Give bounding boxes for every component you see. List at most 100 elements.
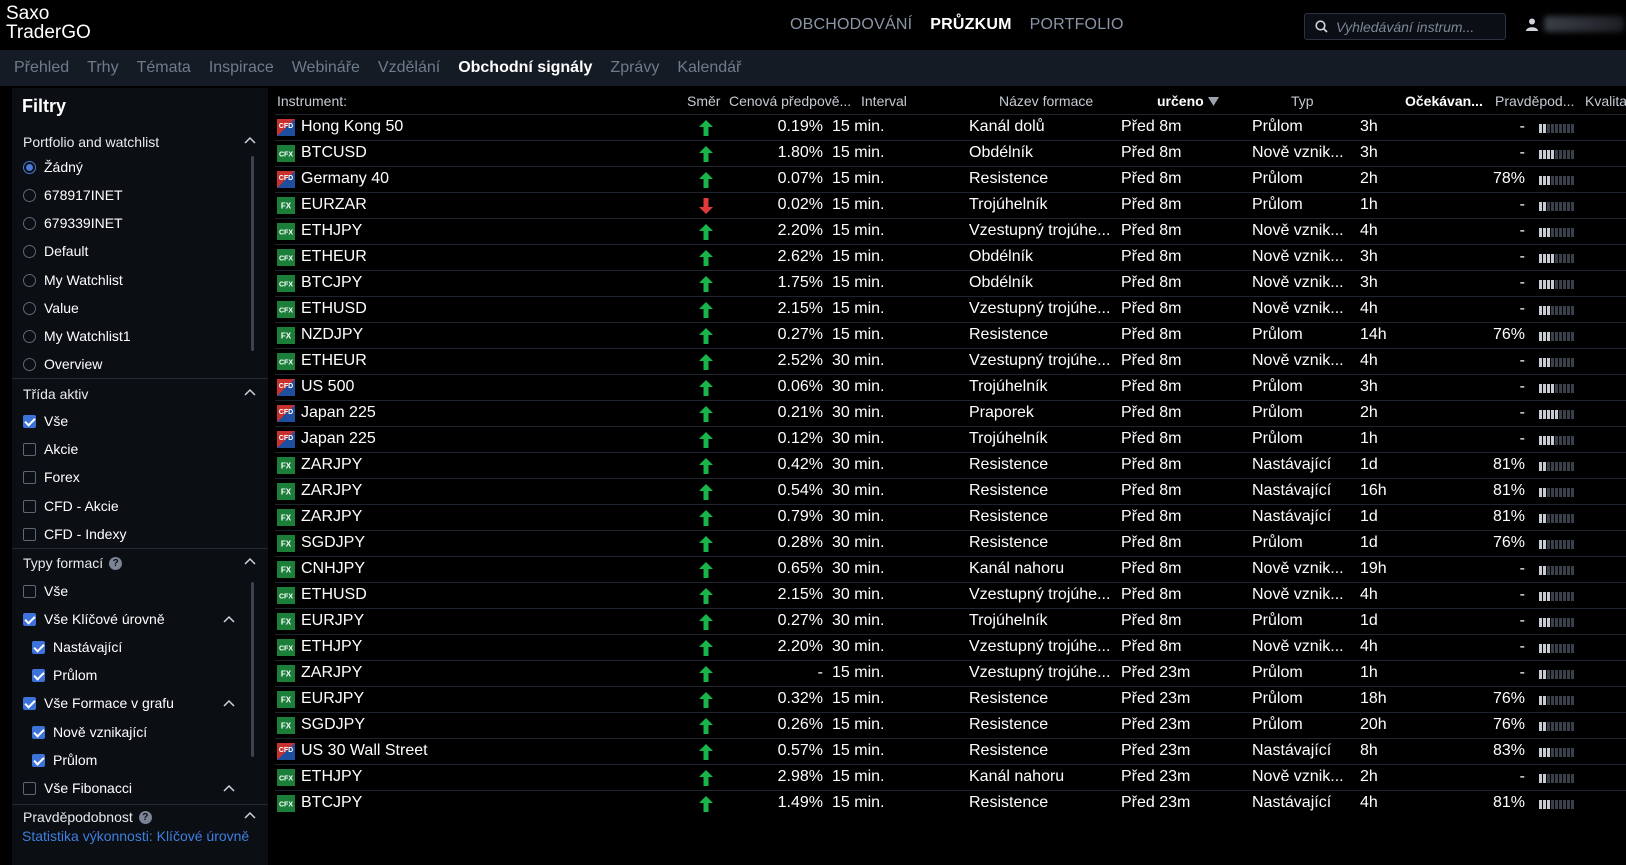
table-row[interactable]: CFX ETHUSD 2.15% 15 min. Vzestupný trojúhe..… xyxy=(275,296,1626,322)
key-levels-breakout-option[interactable]: Průlom xyxy=(32,664,97,686)
table-row[interactable]: CFD Japan 225 0.12% 30 min. Trojúhelník Před … xyxy=(275,426,1626,452)
instrument-name[interactable]: ZARJPY xyxy=(301,482,362,500)
key-levels-emerging-option[interactable]: Nastávající xyxy=(32,636,122,658)
instrument-name[interactable]: BTCUSD xyxy=(301,144,367,162)
tab-webinars[interactable]: Webináře xyxy=(292,59,360,77)
asset-option[interactable]: Akcie xyxy=(23,438,78,460)
portfolio-option[interactable]: Overview xyxy=(23,353,102,375)
performance-stats-link[interactable]: Statistika výkonnosti: Klíčové úrovně xyxy=(22,828,249,844)
table-row[interactable]: FX ZARJPY 0.42% 30 min. Resistence Před 8m Nas… xyxy=(275,452,1626,478)
instrument-name[interactable]: Hong Kong 50 xyxy=(301,118,403,136)
table-row[interactable]: FX SGDJPY 0.28% 30 min. Resistence Před 8m Prů… xyxy=(275,530,1626,556)
checkbox-checked[interactable] xyxy=(23,612,36,626)
search-input[interactable] xyxy=(1336,18,1496,35)
checkbox[interactable] xyxy=(23,499,36,513)
table-row[interactable]: FX ZARJPY 0.79% 30 min. Resistence Před 8m Nas… xyxy=(275,504,1626,530)
table-row[interactable]: CFD Hong Kong 50 0.19% 15 min. Kanál dolů Pře… xyxy=(275,114,1626,140)
help-icon[interactable]: ? xyxy=(109,556,123,570)
tab-calendar[interactable]: Kalendář xyxy=(677,59,741,77)
checkbox-checked[interactable] xyxy=(32,725,45,739)
instrument-name[interactable]: ETHUSD xyxy=(301,586,367,604)
chevron-up-icon[interactable] xyxy=(223,784,235,792)
checkbox[interactable] xyxy=(23,781,36,795)
asset-option[interactable]: Vše xyxy=(23,410,68,432)
instrument-name[interactable]: ETHEUR xyxy=(301,248,367,266)
tab-news[interactable]: Zprávy xyxy=(610,59,659,77)
chevron-up-icon[interactable] xyxy=(223,615,235,623)
portfolio-option[interactable]: My Watchlist1 xyxy=(23,325,131,347)
checkbox-checked[interactable] xyxy=(23,414,36,428)
checkbox-checked[interactable] xyxy=(32,753,45,767)
table-row[interactable]: CFX ETHJPY 2.98% 15 min. Kanál nahoru Před 23… xyxy=(275,764,1626,790)
col-direction[interactable]: Směr xyxy=(687,93,720,109)
tab-themes[interactable]: Témata xyxy=(137,59,191,77)
checkbox[interactable] xyxy=(23,527,36,541)
checkbox[interactable] xyxy=(23,442,36,456)
col-instrument[interactable]: Instrument: xyxy=(277,93,347,109)
app-logo[interactable]: Saxo TraderGO xyxy=(6,4,91,42)
table-row[interactable]: FX CNHJPY 0.65% 30 min. Kanál nahoru Před 8m N… xyxy=(275,556,1626,582)
instrument-name[interactable]: BTCJPY xyxy=(301,274,362,292)
asset-class-section-header[interactable]: Třída aktiv xyxy=(12,380,268,408)
table-row[interactable]: CFX BTCUSD 1.80% 15 min. Obdélník Před 8m Nově… xyxy=(275,140,1626,166)
radio[interactable] xyxy=(23,357,36,371)
table-row[interactable]: CFD Japan 225 0.21% 30 min. Praporek Před 8m P… xyxy=(275,400,1626,426)
table-row[interactable]: CFD Germany 40 0.07% 15 min. Resistence Před … xyxy=(275,166,1626,192)
table-row[interactable]: CFD US 30 Wall Street 0.57% 15 min. Resisten… xyxy=(275,738,1626,764)
pattern-all-option[interactable]: Vše xyxy=(23,580,68,602)
radio[interactable] xyxy=(23,301,36,315)
radio[interactable] xyxy=(23,216,36,230)
table-row[interactable]: CFX ETHUSD 2.15% 30 min. Vzestupný trojúhe..… xyxy=(275,582,1626,608)
instrument-name[interactable]: ETHJPY xyxy=(301,638,362,656)
topnav-research[interactable]: PRŮZKUM xyxy=(930,16,1011,34)
instrument-name[interactable]: ZARJPY xyxy=(301,456,362,474)
table-row[interactable]: FX EURJPY 0.32% 15 min. Resistence Před 23m Pr… xyxy=(275,686,1626,712)
portfolio-option[interactable]: My Watchlist xyxy=(23,269,123,291)
checkbox-checked[interactable] xyxy=(32,668,45,682)
portfolio-option[interactable]: Žádný xyxy=(23,156,83,178)
tab-inspiration[interactable]: Inspirace xyxy=(209,59,274,77)
instrument-name[interactable]: Japan 225 xyxy=(301,404,376,422)
tab-overview[interactable]: Přehled xyxy=(14,59,69,77)
col-pattern[interactable]: Název formace xyxy=(999,93,1093,109)
instrument-name[interactable]: EURJPY xyxy=(301,690,364,708)
table-row[interactable]: FX EURJPY 0.27% 30 min. Trojúhelník Před 8m Pr… xyxy=(275,608,1626,634)
instrument-name[interactable]: NZDJPY xyxy=(301,326,363,344)
radio[interactable] xyxy=(23,244,36,258)
portfolio-section-header[interactable]: Portfolio and watchlist xyxy=(12,128,268,156)
checkbox[interactable] xyxy=(23,470,36,484)
topnav-portfolio[interactable]: PORTFOLIO xyxy=(1030,16,1124,34)
instrument-name[interactable]: BTCJPY xyxy=(301,794,362,812)
instrument-name[interactable]: Japan 225 xyxy=(301,430,376,448)
tab-education[interactable]: Vzdělání xyxy=(378,59,440,77)
table-row[interactable]: FX ZARJPY -15 min. Vzestupný trojúhe... Před… xyxy=(275,660,1626,686)
col-quality[interactable]: Kvalita xyxy=(1585,93,1626,109)
instrument-name[interactable]: SGDJPY xyxy=(301,716,365,734)
pattern-types-section-header[interactable]: Typy formací? xyxy=(12,549,268,577)
table-row[interactable]: FX SGDJPY 0.26% 15 min. Resistence Před 23m Pr… xyxy=(275,712,1626,738)
portfolio-option[interactable]: 679339INET xyxy=(23,212,123,234)
help-icon[interactable]: ? xyxy=(138,810,152,824)
portfolio-option[interactable]: Value xyxy=(23,297,79,319)
checkbox[interactable] xyxy=(23,584,36,598)
table-row[interactable]: FX EURZAR 0.02% 15 min. Trojúhelník Před 8m Pr… xyxy=(275,192,1626,218)
table-row[interactable]: CFX ETHJPY 2.20% 30 min. Vzestupný trojúhe..… xyxy=(275,634,1626,660)
instrument-name[interactable]: EURJPY xyxy=(301,612,364,630)
topnav-trading[interactable]: OBCHODOVÁNÍ xyxy=(790,16,912,34)
col-expected[interactable]: Očekávan... xyxy=(1405,93,1483,109)
instrument-name[interactable]: ZARJPY xyxy=(301,664,362,682)
probability-section-header[interactable]: Pravděpodobnost? xyxy=(12,803,268,831)
radio[interactable] xyxy=(23,188,36,202)
instrument-name[interactable]: US 30 Wall Street xyxy=(301,742,428,760)
user-menu[interactable] xyxy=(1526,16,1624,32)
instrument-name[interactable]: ETHUSD xyxy=(301,300,367,318)
portfolio-option[interactable]: 678917INET xyxy=(23,184,123,206)
search-box[interactable] xyxy=(1304,13,1506,40)
pattern-scrollbar[interactable] xyxy=(251,582,254,757)
table-row[interactable]: CFD US 500 0.06% 30 min. Trojúhelník Před 8m P… xyxy=(275,374,1626,400)
chevron-up-icon[interactable] xyxy=(223,699,235,707)
instrument-name[interactable]: ETHEUR xyxy=(301,352,367,370)
key-levels-option[interactable]: Vše Klíčové úrovně xyxy=(23,608,243,630)
table-row[interactable]: CFX ETHJPY 2.20% 15 min. Vzestupný trojúhe..… xyxy=(275,218,1626,244)
asset-option[interactable]: CFD - Akcie xyxy=(23,495,119,517)
